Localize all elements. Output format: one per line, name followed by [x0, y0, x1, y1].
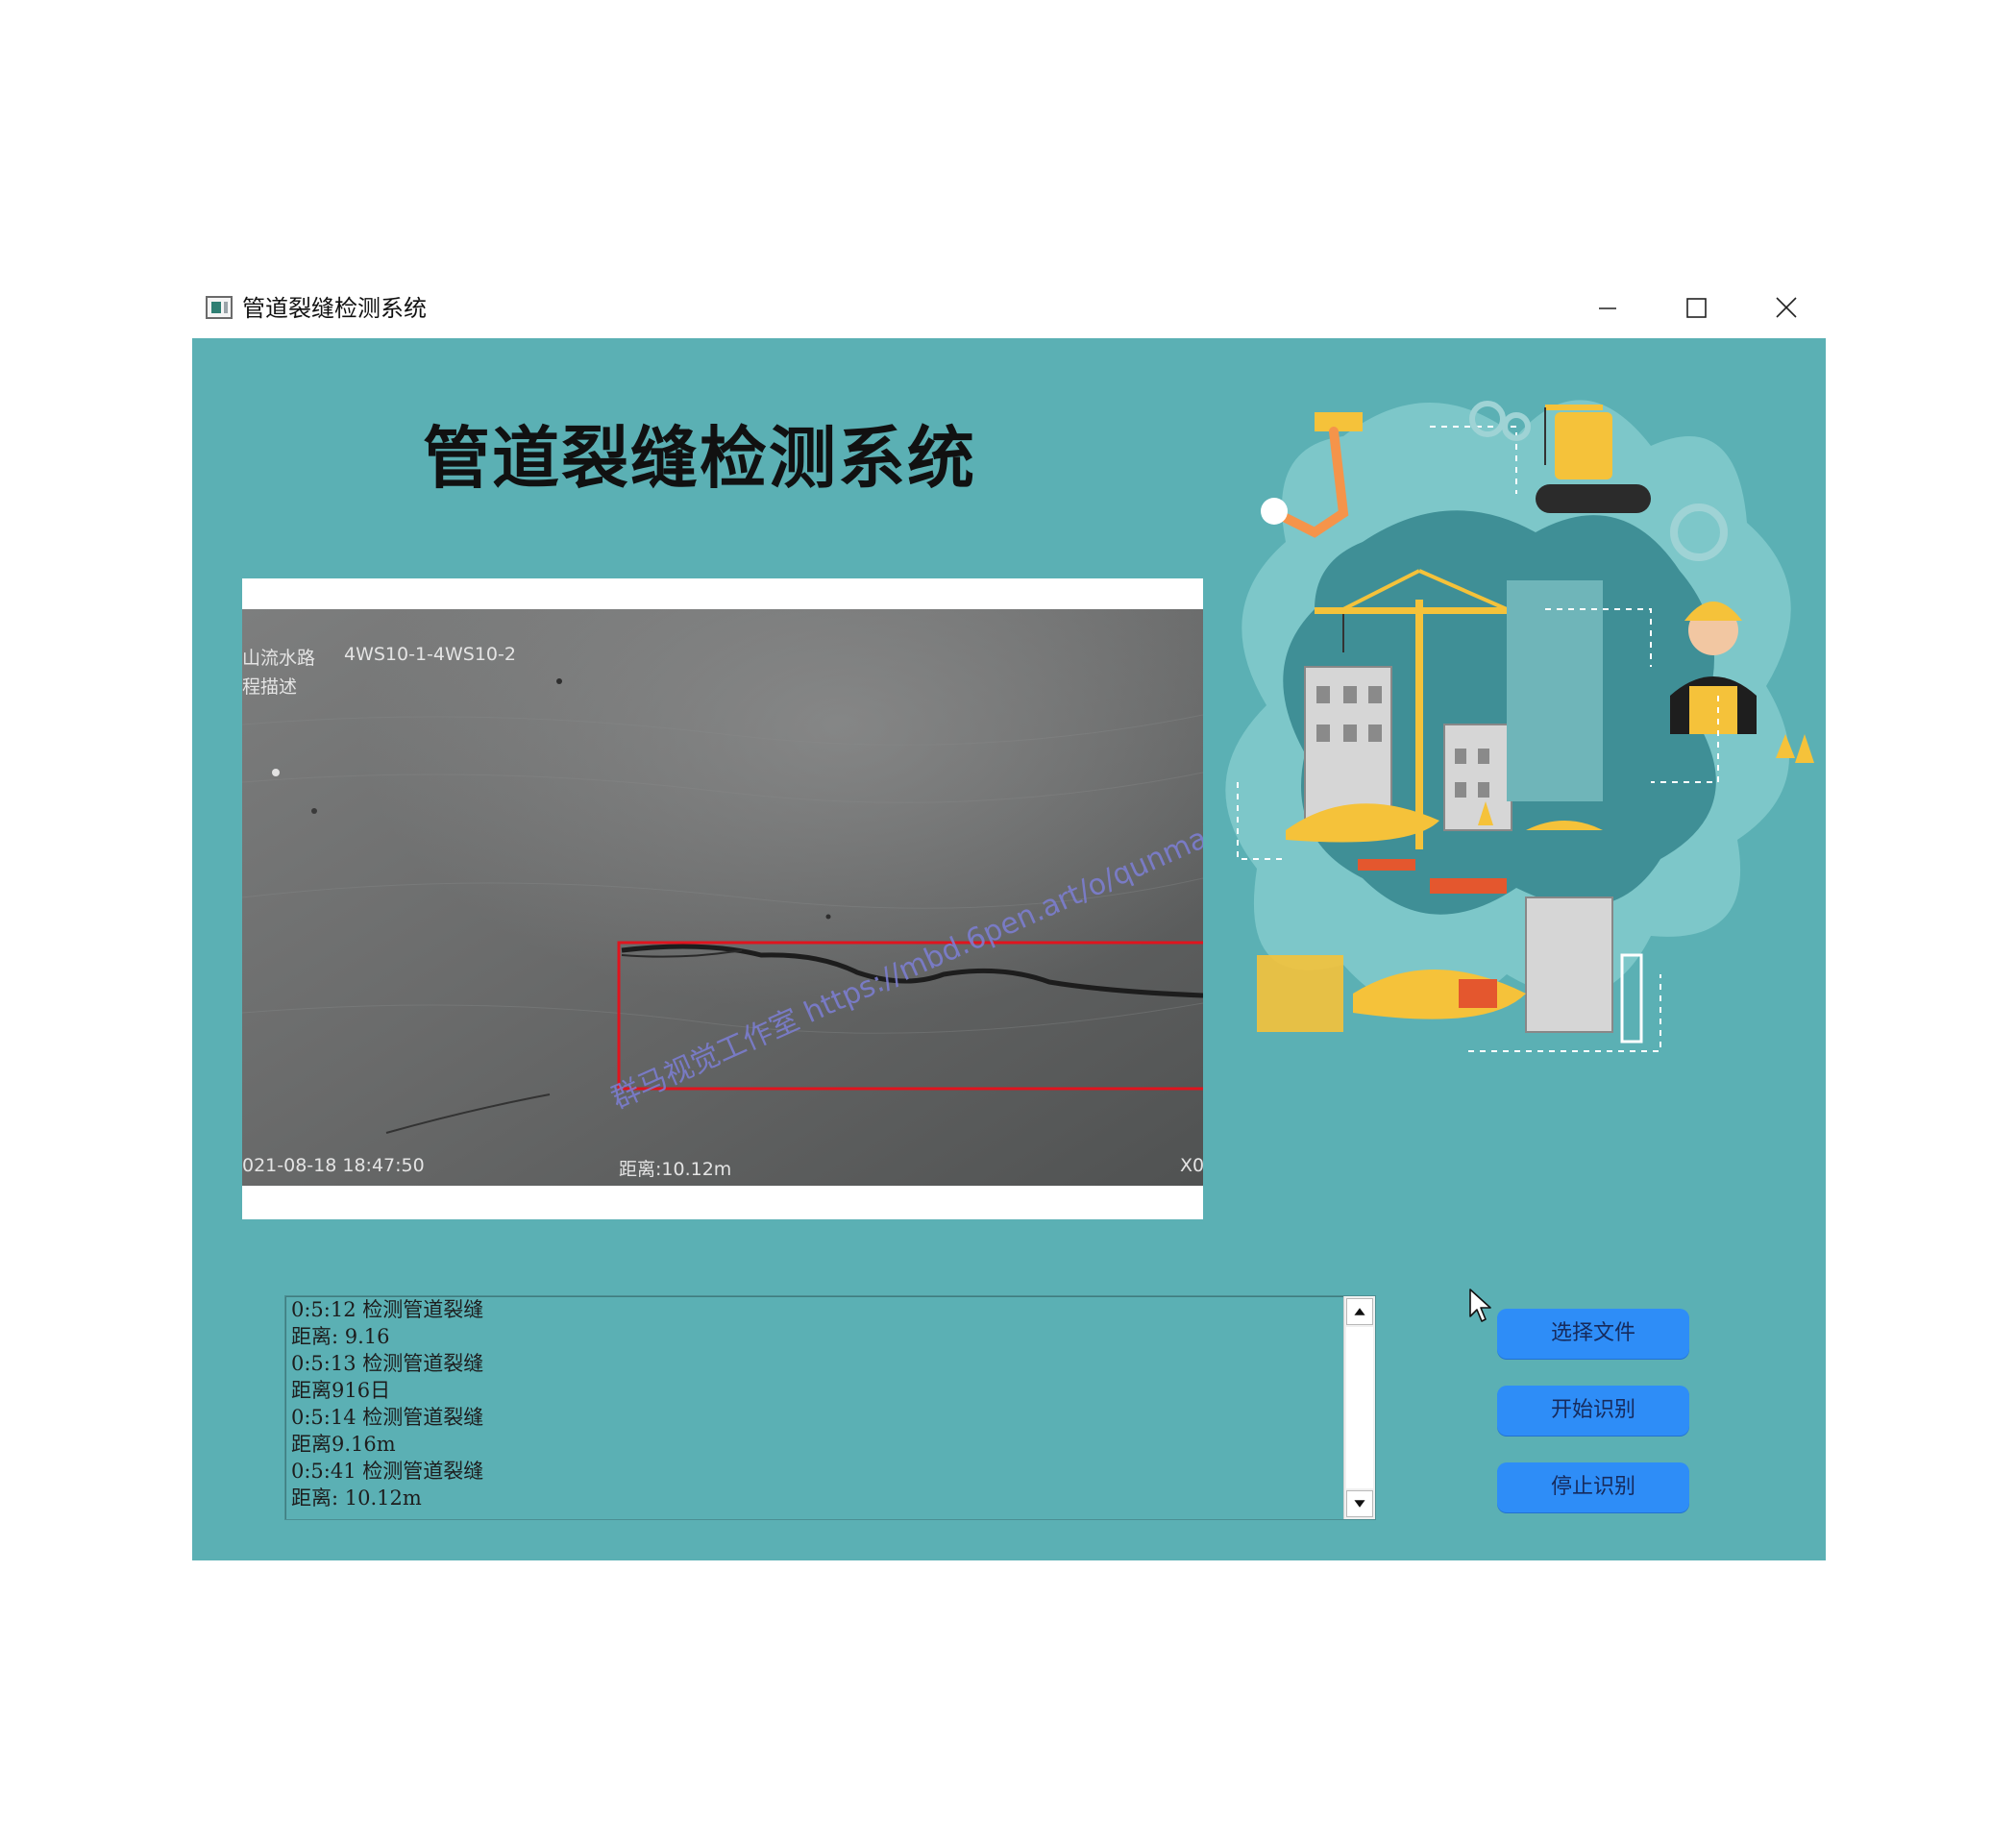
scroll-down-button[interactable]: [1346, 1490, 1373, 1517]
osd-location: 山流水路: [242, 648, 316, 669]
osd-description: 程描述: [242, 676, 298, 698]
maximize-button[interactable]: [1672, 286, 1720, 331]
scroll-up-icon: [1354, 1308, 1365, 1315]
maximize-icon: [1686, 298, 1707, 318]
log-line: 0:5:13 检测管道裂缝: [291, 1352, 484, 1375]
log-line: 距离916日: [291, 1379, 391, 1402]
osd-pipe-id: 4WS10-1-4WS10-2: [344, 644, 516, 665]
stop-recognition-button[interactable]: 停止识别: [1497, 1462, 1689, 1512]
page-title: 管道裂缝检测系统: [423, 418, 976, 498]
minimize-button[interactable]: [1584, 286, 1632, 331]
log-line: 距离9.16m: [291, 1433, 396, 1456]
log-scrollbar[interactable]: [1343, 1296, 1375, 1519]
window-title: 管道裂缝检测系统: [242, 295, 427, 322]
log-line: 0:5:41 检测管道裂缝: [291, 1460, 484, 1483]
scroll-down-icon: [1354, 1500, 1365, 1508]
log-lines: 0:5:12 检测管道裂缝 距离: 9.16 0:5:13 检测管道裂缝 距离9…: [291, 1296, 1329, 1511]
app-icon: [206, 296, 233, 319]
osd-timestamp: 021-08-18 18:47:50: [242, 1155, 425, 1176]
scroll-thumb[interactable]: [1346, 1327, 1373, 1488]
close-icon: [1776, 297, 1797, 318]
video-display: 群马视觉工作室 https://mbd.6pen.art/o/qunmahan/…: [242, 578, 1203, 1219]
close-button[interactable]: [1762, 286, 1810, 331]
minimize-icon: [1599, 307, 1616, 309]
log-line: 0:5:14 检测管道裂缝: [291, 1406, 484, 1429]
construction-illustration: [1225, 400, 1814, 1052]
video-frame-image: 群马视觉工作室 https://mbd.6pen.art/o/qunmahan/…: [242, 609, 1203, 1186]
log-line: 距离: 9.16: [291, 1325, 390, 1348]
main-panel: 管道裂缝检测系统 山流水路 4WS10-1-4WS10-2 程描述 021-08…: [192, 338, 1826, 1560]
pipe-surface-image: 群马视觉工作室 https://mbd.6pen.art/o/qunmahan/…: [242, 609, 1203, 1186]
start-recognition-button[interactable]: 开始识别: [1497, 1386, 1689, 1436]
mouse-cursor-icon: [1469, 1289, 1491, 1322]
log-line: 距离: 10.12m: [291, 1486, 422, 1510]
detection-log[interactable]: 0:5:12 检测管道裂缝 距离: 9.16 0:5:13 检测管道裂缝 距离9…: [284, 1295, 1376, 1520]
osd-distance: 距离:10.12m: [619, 1159, 732, 1180]
title-bar[interactable]: 管道裂缝检测系统: [192, 279, 1826, 338]
scroll-up-button[interactable]: [1346, 1298, 1373, 1325]
log-line: 0:5:12 检测管道裂缝: [291, 1298, 484, 1321]
select-file-button[interactable]: 选择文件: [1497, 1309, 1689, 1359]
app-window: 管道裂缝检测系统 管道裂缝检测系统 山流水路 4WS10-1-4WS10-2 程…: [192, 279, 1826, 1561]
